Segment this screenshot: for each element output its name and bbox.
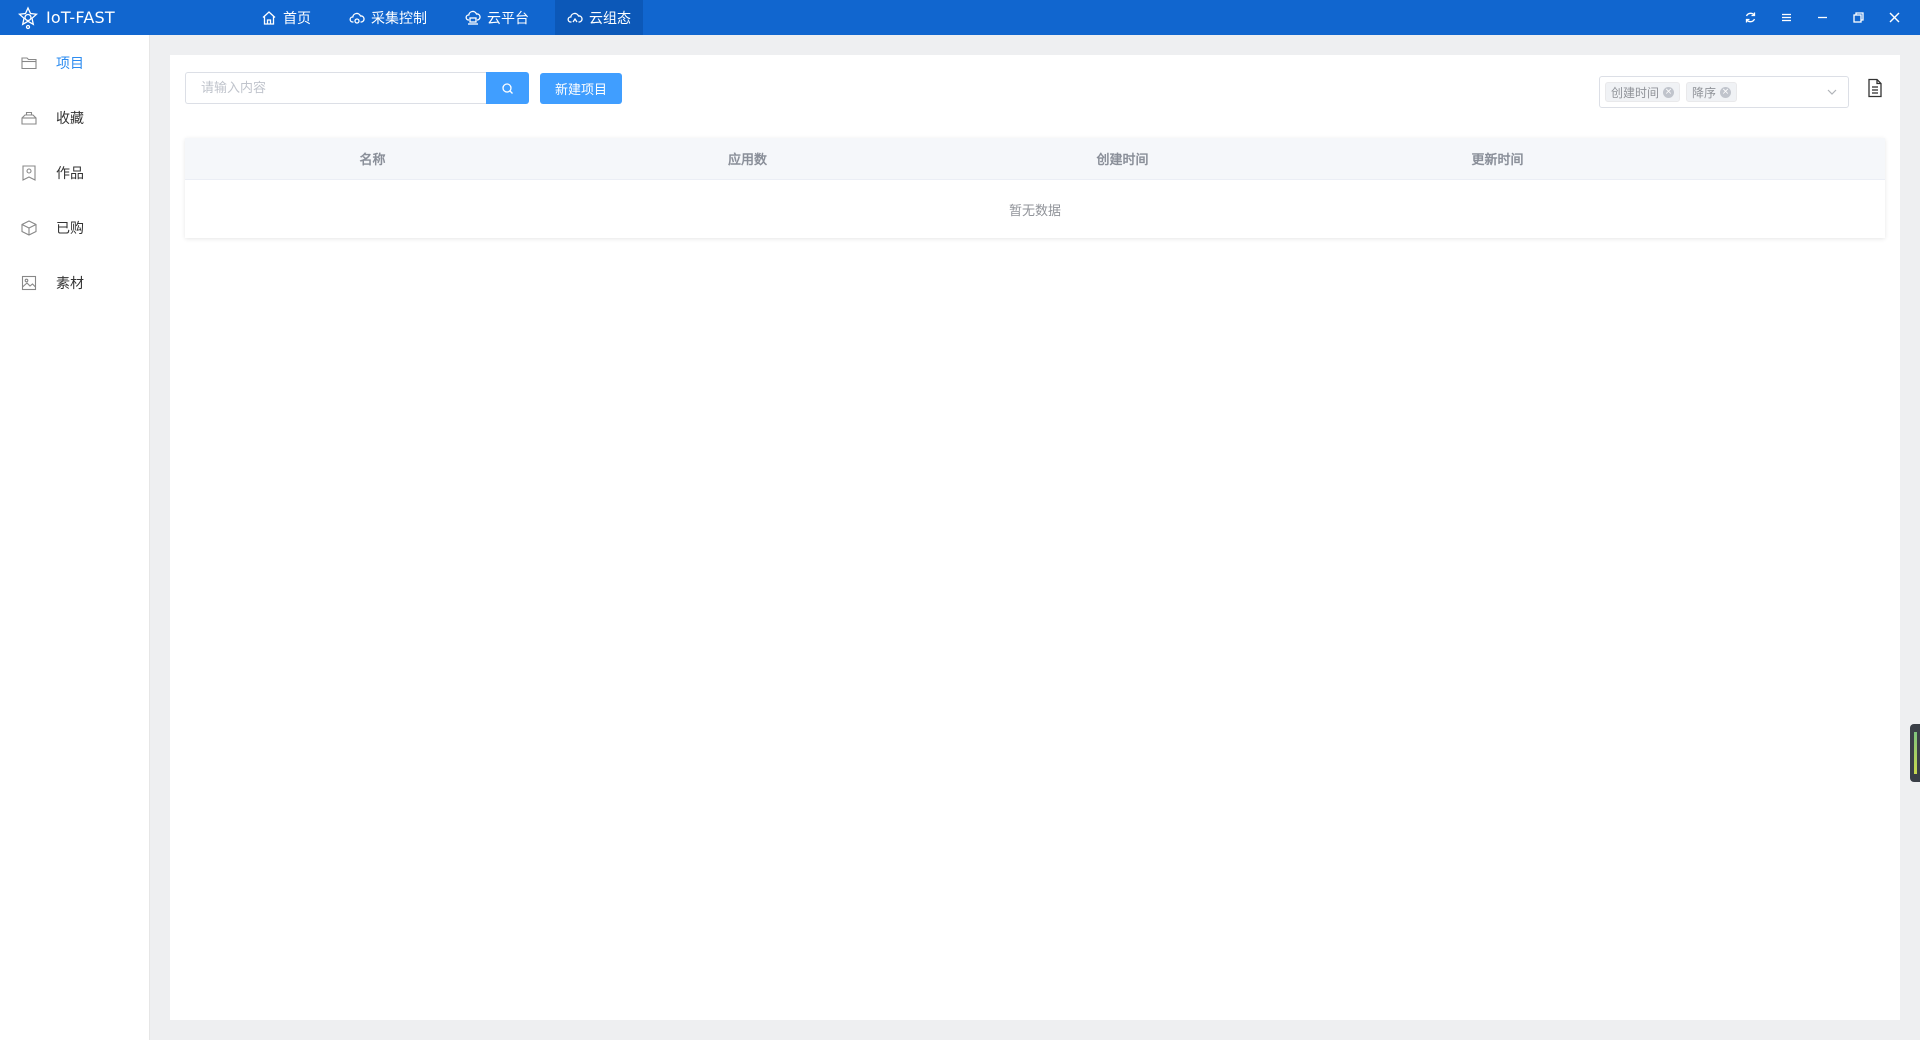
chevron-down-icon	[1827, 89, 1837, 95]
menu-icon	[1781, 13, 1791, 22]
sidebar-item-projects[interactable]: 项目	[0, 35, 149, 90]
main-panel: 新建项目 创建时间 × 降序 × 名称 应用数 创建时间 更新时间 暂无数据	[170, 55, 1900, 1020]
sidebar-item-works[interactable]: 作品	[0, 145, 149, 200]
sidebar-item-label: 收藏	[56, 110, 84, 127]
minimize-icon	[1817, 16, 1827, 19]
sidebar-item-materials[interactable]: 素材	[0, 255, 149, 310]
nav-item-collect-control[interactable]: 采集控制	[337, 0, 439, 35]
sidebar-item-label: 素材	[56, 275, 84, 292]
collect-icon	[21, 111, 37, 125]
minimize-button[interactable]	[1804, 0, 1840, 35]
window-controls	[1732, 0, 1920, 35]
nav-item-label: 首页	[283, 10, 311, 27]
toolbar: 新建项目	[185, 72, 623, 104]
tag-close-icon[interactable]: ×	[1720, 86, 1732, 98]
restore-button[interactable]	[1840, 0, 1876, 35]
logo-icon	[18, 5, 38, 29]
refresh-icon	[1745, 12, 1755, 23]
search-input[interactable]	[185, 72, 486, 104]
refresh-button[interactable]	[1732, 0, 1768, 35]
sort-tag-order: 降序 ×	[1686, 82, 1738, 102]
nav-item-label: 云平台	[487, 10, 529, 27]
image-icon	[21, 275, 37, 290]
sidebar: 项目 收藏 作品 已购 素材	[0, 35, 150, 1040]
cloud-platform-icon	[465, 10, 481, 25]
search-button[interactable]	[486, 72, 529, 104]
restore-icon	[1852, 12, 1864, 23]
column-header-created[interactable]: 创建时间	[935, 138, 1310, 179]
menu-button[interactable]	[1768, 0, 1804, 35]
purchased-box-icon	[21, 219, 37, 236]
project-table: 名称 应用数 创建时间 更新时间 暂无数据	[185, 138, 1885, 238]
column-header-updated[interactable]: 更新时间	[1310, 138, 1685, 179]
nav-item-label: 采集控制	[371, 10, 427, 27]
new-project-button[interactable]: 新建项目	[540, 72, 623, 104]
column-header-name[interactable]: 名称	[185, 138, 560, 179]
table-empty-text: 暂无数据	[1008, 203, 1061, 219]
nav-item-cloud-config[interactable]: 云组态	[555, 0, 643, 35]
nav-item-home[interactable]: 首页	[249, 0, 323, 35]
title-bar: IoT-FAST 首页 采集控制 云平台 云组态	[0, 0, 1920, 35]
column-header-app-count[interactable]: 应用数	[560, 138, 935, 179]
close-icon	[1889, 12, 1899, 23]
sidebar-item-favorites[interactable]: 收藏	[0, 90, 149, 145]
app-title: IoT-FAST	[46, 8, 115, 27]
app-logo: IoT-FAST	[0, 0, 249, 35]
sort-tag-field: 创建时间 ×	[1605, 82, 1681, 102]
works-icon	[22, 164, 36, 181]
sidebar-item-label: 已购	[56, 220, 84, 237]
sort-select[interactable]: 创建时间 × 降序 ×	[1599, 76, 1849, 108]
sidebar-item-purchased[interactable]: 已购	[0, 200, 149, 255]
nav-item-label: 云组态	[589, 10, 631, 27]
cloud-config-icon	[567, 12, 583, 23]
document-icon[interactable]	[1866, 78, 1884, 98]
sort-tag-label: 创建时间	[1611, 85, 1660, 100]
sidebar-item-label: 作品	[56, 165, 84, 182]
top-nav: 首页 采集控制 云平台 云组态	[249, 0, 657, 35]
home-icon	[262, 10, 276, 25]
folder-icon	[21, 56, 37, 69]
nav-item-cloud-platform[interactable]: 云平台	[453, 0, 541, 35]
tag-close-icon[interactable]: ×	[1663, 86, 1675, 98]
search-icon	[502, 82, 513, 94]
sort-tag-label: 降序	[1692, 85, 1717, 100]
close-button[interactable]	[1876, 0, 1912, 35]
sidebar-item-label: 项目	[56, 55, 84, 72]
table-header: 名称 应用数 创建时间 更新时间	[185, 138, 1885, 180]
cloud-collect-icon	[349, 12, 365, 24]
side-drag-handle[interactable]	[1910, 724, 1920, 782]
